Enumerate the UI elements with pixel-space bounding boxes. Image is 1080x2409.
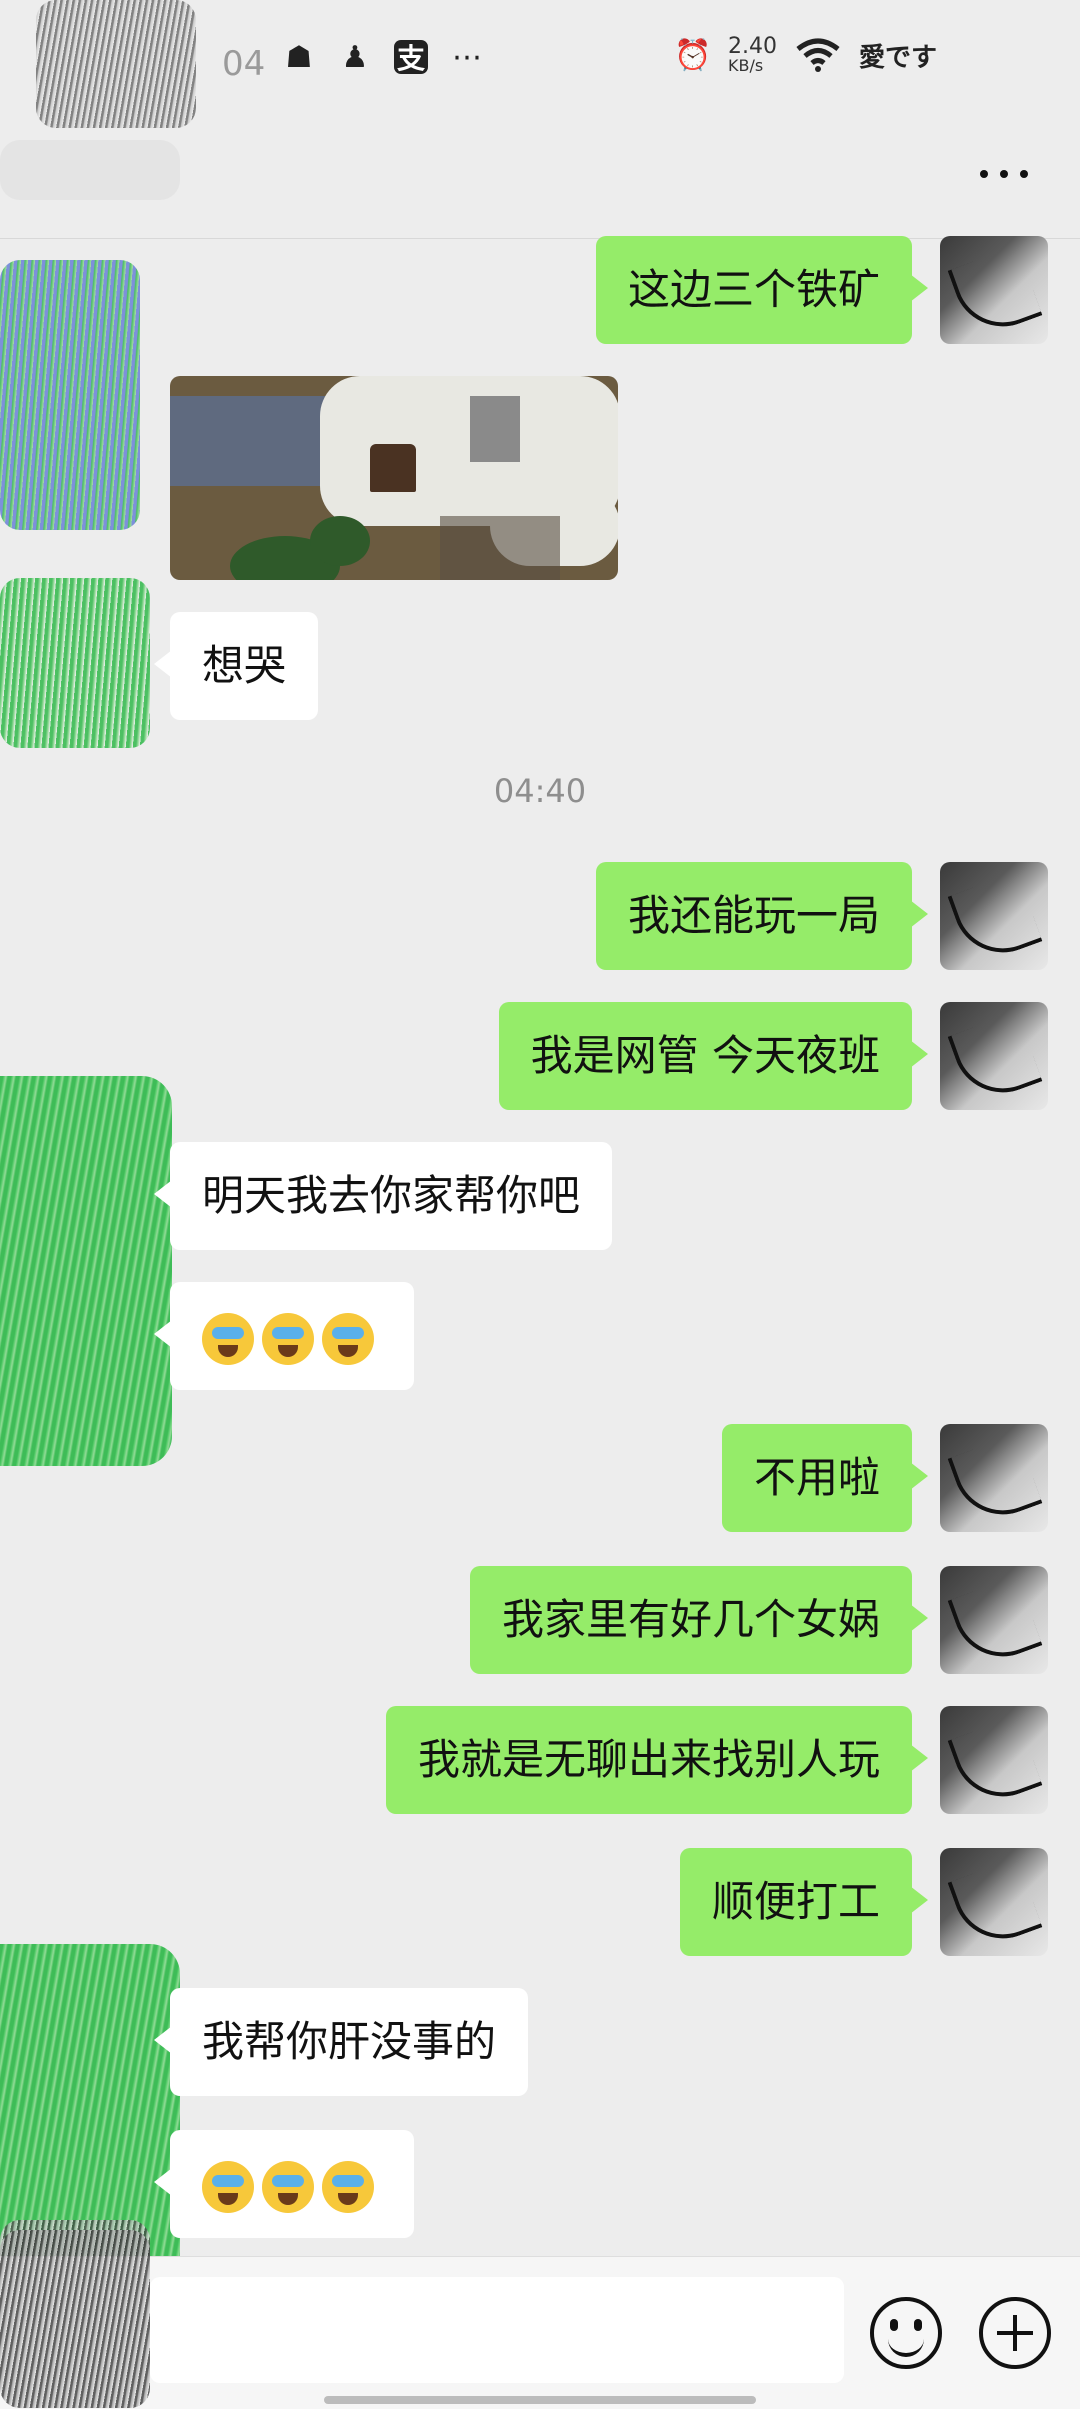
crying-laughing-emoji-icon (202, 1312, 254, 1365)
network-speed-value: 2.40 (728, 34, 777, 59)
crying-laughing-emoji-icon (322, 1312, 374, 1365)
image-bush (310, 516, 370, 566)
redaction-scribble (0, 578, 150, 748)
my-avatar[interactable] (940, 1002, 1048, 1110)
image-rider (370, 444, 416, 492)
my-avatar[interactable] (940, 236, 1048, 344)
message-bubble-incoming[interactable] (154, 2130, 414, 2238)
message-bubble-outgoing[interactable]: 我是网管 今天夜班 (498, 1002, 929, 1110)
status-bar: 04 ☗ ♟ 支 ⋯ ⏰ 2.40 KB/s 愛です (0, 0, 1080, 128)
my-avatar[interactable] (940, 1566, 1048, 1674)
my-avatar[interactable] (940, 1848, 1048, 1956)
alipay-icon: 支 (394, 40, 428, 75)
image-tower (470, 396, 520, 462)
message-bubble-incoming[interactable] (154, 1282, 414, 1390)
message-bubble-outgoing[interactable]: 我就是无聊出来找别人玩 (385, 1706, 929, 1814)
game-screenshot-image[interactable] (170, 376, 618, 580)
snapchat-ghost-icon: ☗ (285, 39, 313, 75)
status-right: ⏰ 2.40 KB/s 愛です (674, 36, 937, 74)
carrier-name: 愛です (858, 42, 937, 73)
message-bubble-outgoing[interactable]: 这边三个铁矿 (595, 236, 929, 344)
status-notification-icons: ☗ ♟ 支 ⋯ (282, 39, 484, 76)
crying-laughing-emoji-icon (262, 1312, 314, 1365)
my-avatar[interactable] (940, 1424, 1048, 1532)
message-bubble-incoming[interactable]: 明天我去你家帮你吧 (153, 1142, 613, 1250)
crying-laughing-emoji-icon (262, 2160, 314, 2213)
message-input[interactable] (150, 2277, 844, 2383)
more-actions-plus-button[interactable] (979, 2297, 1051, 2369)
network-speed-unit: KB/s (728, 56, 764, 75)
my-avatar[interactable] (940, 1706, 1048, 1814)
chat-timestamp: 04:40 (493, 772, 587, 810)
chat-more-button[interactable] (976, 150, 1032, 194)
message-bubble-incoming[interactable]: 我帮你肝没事的 (153, 1988, 529, 2096)
message-bubble-incoming[interactable]: 想哭 (153, 612, 319, 720)
redaction-scribble (0, 140, 180, 200)
message-bubble-outgoing[interactable]: 不用啦 (721, 1424, 929, 1532)
status-time: 04 (222, 44, 266, 84)
redaction-scribble (0, 2230, 150, 2408)
more-dots-icon: ⋯ (452, 39, 482, 75)
wifi-icon (796, 38, 840, 72)
my-avatar[interactable] (940, 862, 1048, 970)
crying-laughing-emoji-icon (322, 2160, 374, 2213)
contact-avatar-redacted[interactable] (0, 1076, 172, 1466)
header-divider (0, 238, 1080, 239)
message-bubble-outgoing[interactable]: 顺便打工 (679, 1848, 929, 1956)
redaction-scribble (36, 0, 196, 128)
redaction-scribble (0, 260, 140, 530)
crying-laughing-emoji-icon (202, 2160, 254, 2213)
message-bubble-outgoing[interactable]: 我家里有好几个女娲 (469, 1566, 929, 1674)
message-bubble-outgoing[interactable]: 我还能玩一局 (595, 862, 929, 970)
emoji-picker-button[interactable] (870, 2297, 942, 2369)
image-rocks (440, 516, 560, 580)
alarm-clock-icon: ⏰ (674, 37, 712, 73)
network-speed: 2.40 KB/s (728, 36, 777, 74)
qq-penguin-icon: ♟ (341, 39, 369, 75)
home-indicator[interactable] (324, 2396, 756, 2404)
chat-input-bar (0, 2256, 1080, 2409)
